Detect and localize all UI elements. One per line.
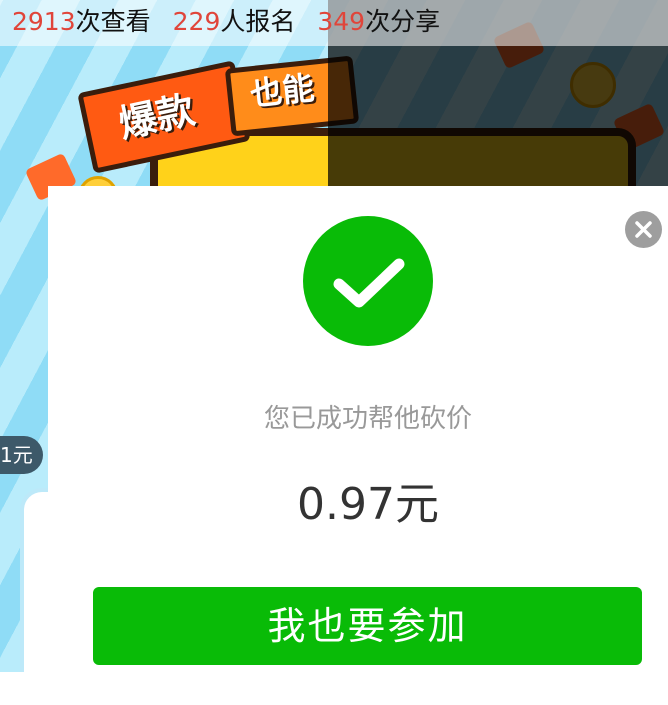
checkmark-icon xyxy=(333,258,405,308)
success-message: 您已成功帮他砍价 xyxy=(263,404,472,434)
join-button[interactable]: 我也要参加 xyxy=(93,587,642,665)
bargain-amount: 0.97元 xyxy=(297,479,439,530)
stats-bar: 2913次查看 229人报名 349次分享 xyxy=(0,0,668,46)
poster-tag-2-text: 也能 xyxy=(248,68,317,114)
close-icon xyxy=(635,221,652,238)
success-badge xyxy=(303,216,433,346)
shares-count: 349 xyxy=(317,7,366,36)
signups-count: 229 xyxy=(172,7,221,36)
close-button[interactable] xyxy=(625,211,662,248)
views-label: 次查看 xyxy=(75,7,151,36)
price-chip: 1元 xyxy=(0,436,43,474)
views-count: 2913 xyxy=(12,7,76,36)
signups-label: 人报名 xyxy=(220,7,296,36)
shares-label: 次分享 xyxy=(365,7,441,36)
